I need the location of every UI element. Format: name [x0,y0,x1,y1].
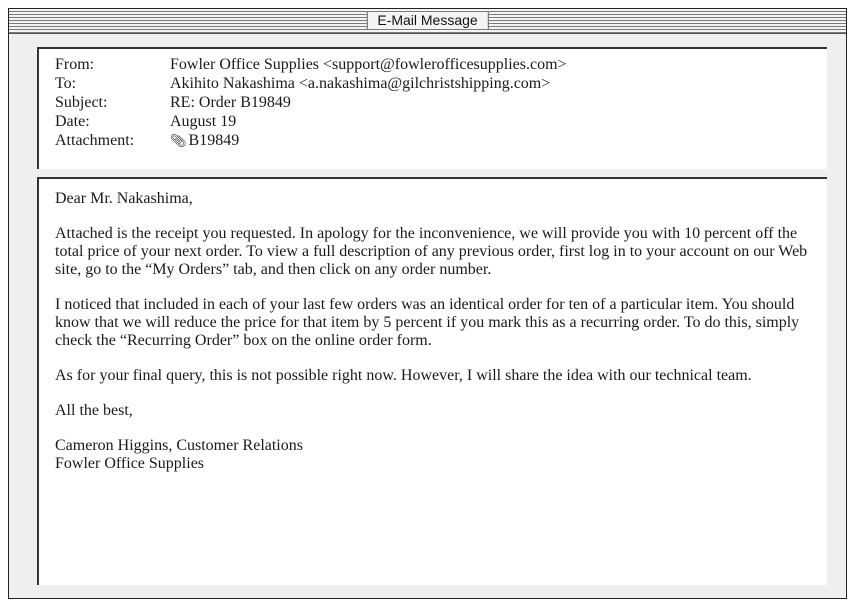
body-paragraph-3: As for your final query, this is not pos… [55,367,752,384]
paperclip-icon: 📎︎ [170,134,187,149]
email-body: Dear Mr. Nakashima, Attached is the rece… [37,177,827,585]
body-paragraph-1: Attached is the receipt you requested. I… [55,225,808,278]
date-row: Date: August 19 [55,112,827,131]
date-value: August 19 [170,113,237,130]
to-row: To: Akihito Nakashima <a.nakashima@gilch… [55,74,827,93]
from-value: Fowler Office Supplies <support@fowlerof… [170,56,567,73]
body-paragraph-2: I noticed that included in each of your … [55,296,800,349]
attachment-label: Attachment: [55,132,135,149]
attachment-row: Attachment: 📎︎ B19849 [55,131,827,151]
from-row: From: Fowler Office Supplies <support@fo… [55,55,827,74]
window-title: E-Mail Message [366,12,489,29]
date-label: Date: [55,113,90,130]
attachment-link[interactable]: 📎︎ B19849 [170,131,827,151]
greeting: Dear Mr. Nakashima, [55,190,193,207]
attachment-value: B19849 [188,132,240,149]
closing: All the best, [55,402,133,419]
subject-label: Subject: [55,94,108,111]
email-header: From: Fowler Office Supplies <support@fo… [37,47,827,169]
signature-name: Cameron Higgins, Customer Relations [55,437,303,454]
signature-company: Fowler Office Supplies [55,455,205,472]
email-window: E-Mail Message From: Fowler Office Suppl… [8,8,847,599]
from-label: From: [55,56,95,73]
subject-row: Subject: RE: Order B19849 [55,93,827,112]
to-label: To: [55,75,77,92]
title-bar[interactable]: E-Mail Message [9,9,846,34]
subject-value: RE: Order B19849 [170,94,291,111]
to-value: Akihito Nakashima <a.nakashima@gilchrist… [170,75,551,92]
